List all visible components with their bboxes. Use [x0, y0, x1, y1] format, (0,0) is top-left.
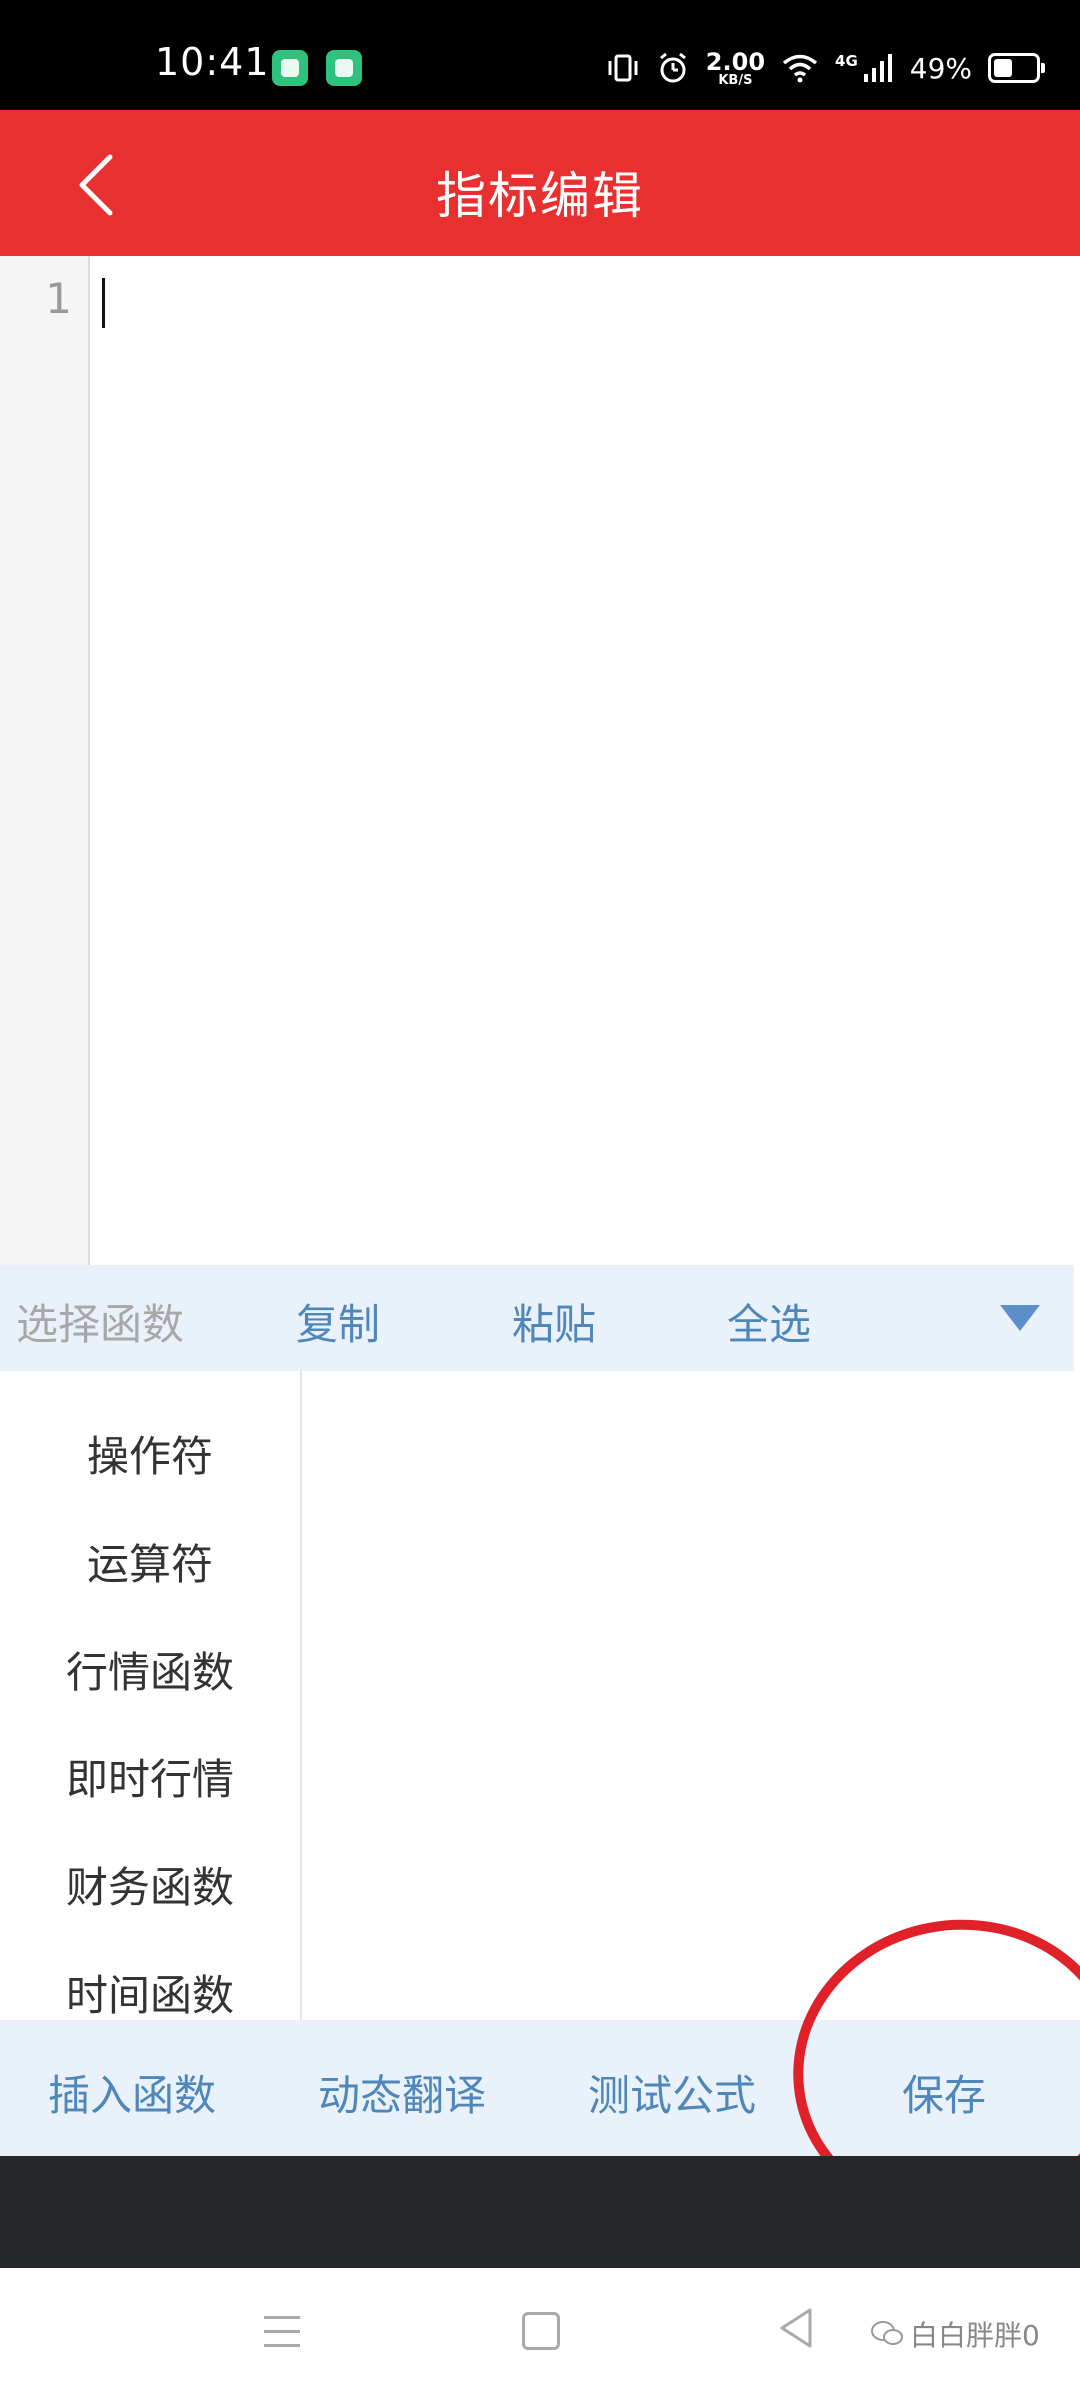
category-item[interactable]: 时间函数	[0, 1962, 300, 2023]
category-item[interactable]: 操作符	[0, 1423, 300, 1484]
app-notification-icon	[272, 50, 308, 86]
select-all-button[interactable]: 全选	[727, 1291, 811, 1352]
network-type: 4G	[835, 52, 858, 70]
alarm-icon	[659, 52, 686, 83]
back-triangle-icon[interactable]	[776, 2306, 816, 2350]
line-number-gutter: 1	[0, 256, 90, 1265]
speed-unit: KB/S	[718, 72, 753, 88]
watermark: 白白胖胖0	[870, 2314, 1040, 2354]
function-panel: 操作符 运算符 行情函数 即时行情 财务函数 时间函数	[0, 1371, 1080, 2020]
select-function-button[interactable]: 选择函数	[16, 1291, 184, 1352]
insert-function-button[interactable]: 插入函数	[48, 2062, 216, 2123]
line-number: 1	[45, 274, 72, 323]
category-item[interactable]: 运算符	[0, 1531, 300, 1592]
keyboard-area	[0, 2156, 1080, 2268]
app-header: 指标编辑	[0, 110, 1080, 256]
app-notification-icon	[326, 50, 362, 86]
battery-icon	[988, 53, 1045, 83]
category-item[interactable]: 即时行情	[0, 1746, 300, 1807]
battery-percent: 49%	[909, 51, 972, 85]
wifi-icon	[782, 54, 818, 83]
vibrate-icon	[608, 54, 638, 82]
triangle-down-icon[interactable]	[1000, 1305, 1040, 1331]
dynamic-translate-button[interactable]: 动态翻译	[318, 2062, 486, 2123]
function-category-list: 操作符 运算符 行情函数 即时行情 财务函数 时间函数	[0, 1371, 302, 2020]
status-indicators: 2.00 KB/S 4G 49%	[606, 46, 1045, 90]
menu-icon[interactable]	[264, 2316, 300, 2358]
page-title: 指标编辑	[436, 167, 644, 225]
signal-icon	[863, 54, 892, 82]
speed-value: 2.00	[705, 47, 766, 76]
home-icon[interactable]	[522, 2312, 560, 2350]
system-nav-bar: 白白胖胖0	[0, 2268, 1080, 2400]
wechat-icon	[871, 2321, 903, 2345]
status-time: 10:41	[155, 40, 270, 84]
edit-toolbar: 选择函数 复制 粘贴 全选	[0, 1265, 1074, 1371]
paste-button[interactable]: 粘贴	[512, 1291, 596, 1352]
status-bar: 10:41 2.00 KB/S 4G 49%	[0, 0, 1080, 110]
network-speed: 2.00 KB/S	[706, 50, 765, 87]
category-item[interactable]: 财务函数	[0, 1854, 300, 1915]
watermark-text: 白白胖胖0	[910, 2319, 1040, 2352]
copy-button[interactable]: 复制	[296, 1291, 380, 1352]
text-cursor	[102, 278, 105, 328]
formula-editor[interactable]: 1	[0, 256, 1080, 1265]
category-item[interactable]: 行情函数	[0, 1639, 300, 1700]
test-formula-button[interactable]: 测试公式	[588, 2062, 756, 2123]
